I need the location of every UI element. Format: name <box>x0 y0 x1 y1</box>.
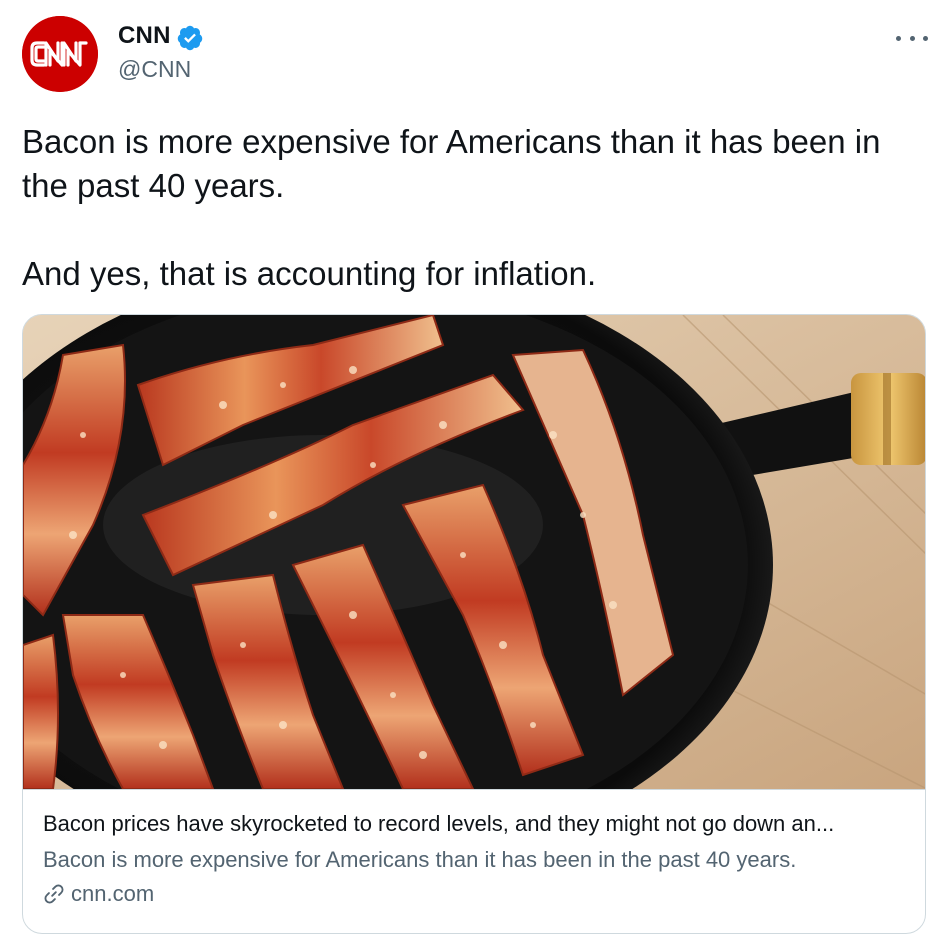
avatar[interactable] <box>22 16 98 92</box>
card-divider <box>23 789 925 790</box>
card-domain[interactable]: cnn.com <box>43 881 154 907</box>
tweet-line: Bacon is more expensive for Americans th… <box>22 123 881 204</box>
card-description[interactable]: Bacon is more expensive for Americans th… <box>43 847 913 873</box>
tweet-text: Bacon is more expensive for Americans th… <box>22 120 922 296</box>
author-handle[interactable]: @CNN <box>118 56 191 83</box>
dot <box>923 35 928 41</box>
dot <box>909 35 915 41</box>
link-card[interactable]: Bacon prices have skyrocketed to record … <box>22 314 926 934</box>
card-title[interactable]: Bacon prices have skyrocketed to record … <box>43 811 913 837</box>
tweet-line: And yes, that is accounting for inflatio… <box>22 255 597 292</box>
author-name[interactable]: CNN <box>118 22 171 50</box>
card-domain-text: cnn.com <box>71 881 155 906</box>
verified-badge-icon <box>177 25 203 51</box>
tweet: CNN @CNN Bacon is more expensive for Ame… <box>0 0 946 946</box>
bacon-in-skillet-image[interactable] <box>23 315 925 789</box>
dot <box>896 35 901 41</box>
more-options-icon[interactable] <box>896 28 928 48</box>
cnn-logo-icon <box>22 16 98 92</box>
link-icon <box>44 884 64 904</box>
